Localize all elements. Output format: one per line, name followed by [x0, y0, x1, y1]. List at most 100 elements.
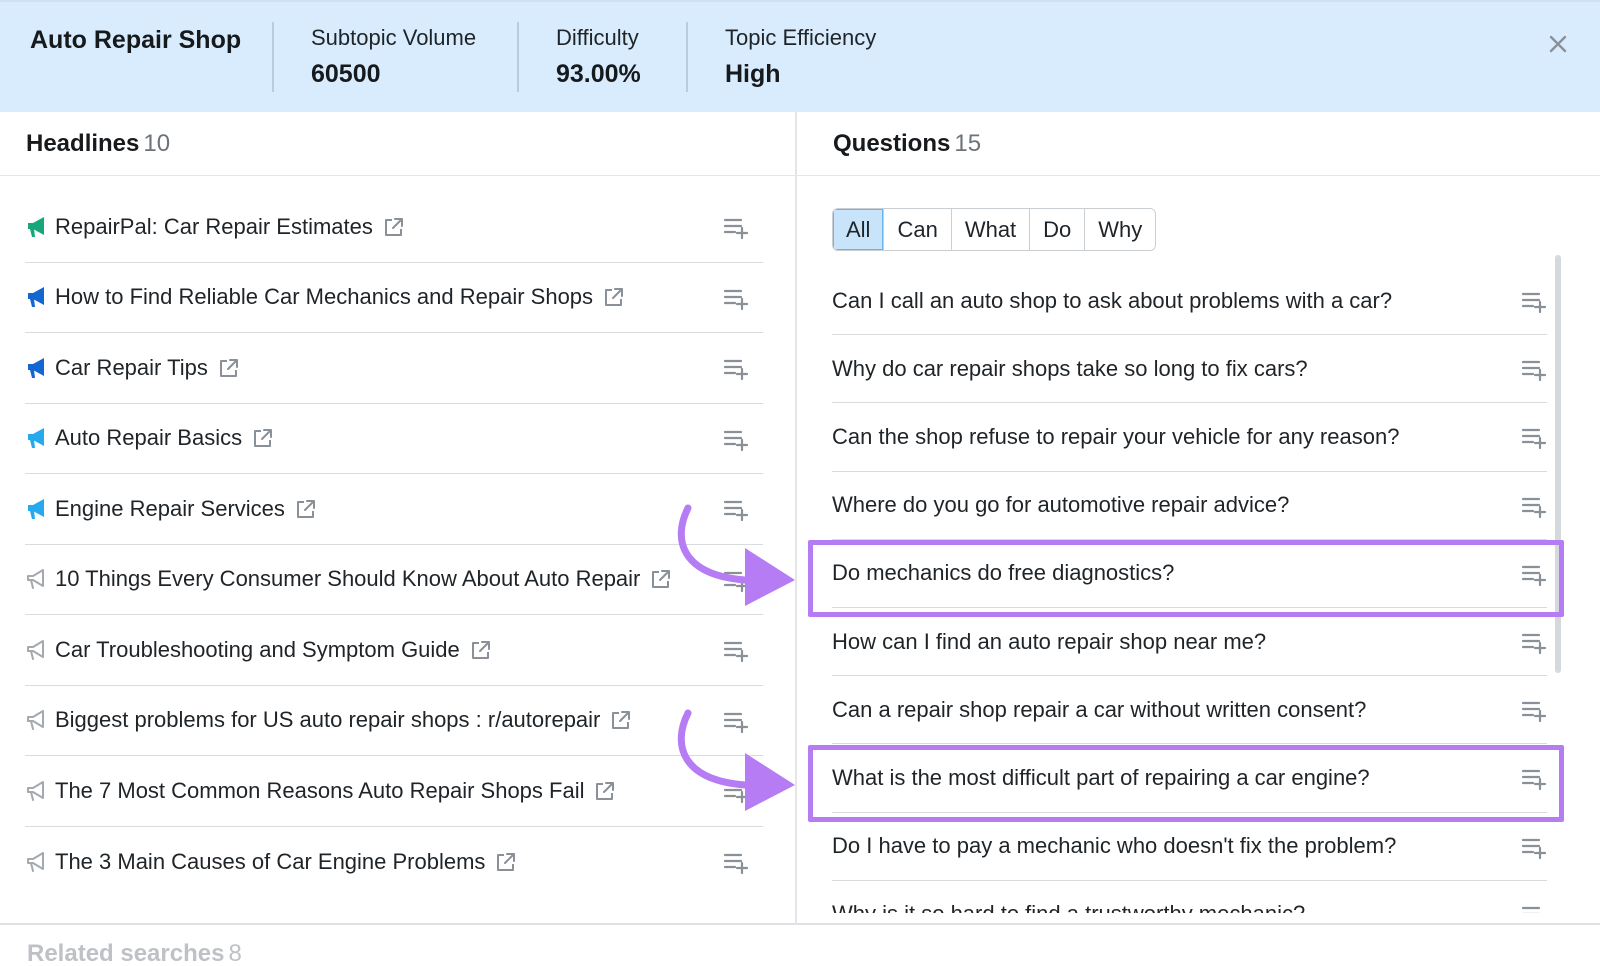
question-item: What is the most difficult part of repai…	[832, 744, 1547, 813]
add-to-list-icon[interactable]	[723, 496, 749, 522]
headline-text[interactable]: The 7 Most Common Reasons Auto Repair Sh…	[55, 778, 584, 804]
megaphone-icon	[27, 851, 44, 872]
divider	[0, 175, 795, 176]
headline-text[interactable]: RepairPal: Car Repair Estimates	[55, 214, 373, 240]
external-link-icon[interactable]	[495, 851, 517, 873]
headline-item: Car Troubleshooting and Symptom Guide	[25, 615, 763, 686]
external-link-icon[interactable]	[470, 639, 492, 661]
question-text: How can I find an auto repair shop near …	[832, 628, 1267, 654]
megaphone-icon	[27, 710, 44, 731]
megaphone-icon	[27, 569, 44, 590]
divider	[272, 22, 274, 92]
add-to-list-icon[interactable]	[1521, 697, 1547, 723]
megaphone-icon	[27, 639, 44, 660]
related-count: 8	[228, 940, 242, 966]
external-link-icon[interactable]	[218, 357, 240, 379]
headline-item: Car Repair Tips	[25, 333, 763, 404]
megaphone-icon	[28, 216, 44, 237]
column-divider	[795, 112, 797, 924]
external-link-icon[interactable]	[603, 286, 625, 308]
topic-header: Auto Repair Shop Subtopic Volume 60500 D…	[0, 0, 1600, 112]
filter-what[interactable]: What	[950, 209, 1030, 250]
add-to-list-icon[interactable]	[1521, 834, 1547, 860]
megaphone-icon	[28, 498, 44, 519]
headline-text[interactable]: 10 Things Every Consumer Should Know Abo…	[55, 566, 640, 592]
headline-item: 10 Things Every Consumer Should Know Abo…	[25, 545, 763, 615]
add-to-list-icon[interactable]	[723, 708, 749, 734]
add-to-list-icon[interactable]	[1521, 288, 1547, 314]
question-text: What is the most difficult part of repai…	[832, 764, 1370, 790]
add-to-list-icon[interactable]	[723, 849, 749, 875]
headline-item: How to Find Reliable Car Mechanics and R…	[25, 263, 763, 333]
question-item: Can the shop refuse to repair your vehic…	[832, 403, 1547, 472]
add-to-list-icon[interactable]	[723, 426, 749, 452]
add-to-list-icon[interactable]	[723, 567, 749, 593]
question-text: Do mechanics do free diagnostics?	[832, 560, 1175, 586]
add-to-list-icon[interactable]	[723, 355, 749, 381]
metric-label: Subtopic Volume	[311, 25, 477, 50]
add-to-list-icon[interactable]	[1521, 356, 1547, 382]
questions-scrollbar[interactable]	[1555, 255, 1561, 673]
divider	[797, 175, 1600, 176]
question-item: Why is it so hard to find a trustworthy …	[832, 881, 1547, 913]
question-text: Can the shop refuse to repair your vehic…	[832, 423, 1400, 449]
add-to-list-icon[interactable]	[723, 285, 749, 311]
add-to-list-icon[interactable]	[1521, 493, 1547, 519]
metric-difficulty: Difficulty 93.00%	[556, 25, 641, 89]
megaphone-icon	[28, 357, 44, 378]
related-searches-heading[interactable]: Related searches 8	[27, 940, 242, 966]
external-link-icon[interactable]	[650, 568, 672, 590]
external-link-icon[interactable]	[295, 498, 317, 520]
add-to-list-icon[interactable]	[1521, 765, 1547, 791]
headline-item: The 7 Most Common Reasons Auto Repair Sh…	[25, 756, 763, 827]
questions-list: Can I call an auto shop to ask about pro…	[832, 267, 1547, 913]
megaphone-icon	[28, 428, 44, 449]
headline-text[interactable]: Car Repair Tips	[55, 355, 208, 381]
question-text: Why do car repair shops take so long to …	[832, 355, 1308, 381]
headline-text[interactable]: How to Find Reliable Car Mechanics and R…	[55, 284, 593, 310]
headline-item: RepairPal: Car Repair Estimates	[25, 192, 763, 263]
headline-text[interactable]: Engine Repair Services	[55, 496, 285, 522]
filter-why[interactable]: Why	[1084, 209, 1156, 250]
add-to-list-icon[interactable]	[723, 214, 749, 240]
question-item: Do mechanics do free diagnostics?	[832, 540, 1547, 608]
external-link-icon[interactable]	[252, 427, 274, 449]
question-text: Where do you go for automotive repair ad…	[832, 492, 1290, 518]
external-link-icon[interactable]	[383, 216, 405, 238]
question-text: Can I call an auto shop to ask about pro…	[832, 287, 1393, 313]
divider	[517, 22, 519, 92]
external-link-icon[interactable]	[594, 780, 616, 802]
filter-all[interactable]: All	[833, 209, 884, 250]
add-to-list-icon[interactable]	[723, 637, 749, 663]
close-button[interactable]	[1543, 29, 1573, 59]
questions-title: Questions	[833, 130, 951, 157]
add-to-list-icon[interactable]	[1521, 629, 1547, 655]
headlines-title: Headlines	[26, 130, 140, 157]
metric-topic-efficiency: Topic Efficiency High	[725, 25, 876, 89]
headline-text[interactable]: Car Troubleshooting and Symptom Guide	[55, 637, 460, 663]
headlines-count: 10	[143, 130, 171, 157]
headline-text[interactable]: The 3 Main Causes of Car Engine Problems	[55, 849, 485, 875]
questions-count: 15	[954, 130, 982, 157]
question-item: Do I have to pay a mechanic who doesn't …	[832, 813, 1547, 881]
add-to-list-icon[interactable]	[1521, 902, 1547, 913]
question-filter-group: All Can What Do Why	[832, 208, 1157, 251]
filter-do[interactable]: Do	[1029, 209, 1085, 250]
headlines-list: RepairPal: Car Repair Estimates How to Fi…	[25, 192, 763, 897]
topic-card: Auto Repair Shop Subtopic Volume 60500 D…	[0, 0, 1600, 966]
question-text: Why is it so hard to find a trustworthy …	[832, 901, 1305, 913]
topic-title: Auto Repair Shop	[30, 26, 242, 54]
add-to-list-icon[interactable]	[723, 778, 749, 804]
add-to-list-icon[interactable]	[1521, 561, 1547, 587]
add-to-list-icon[interactable]	[1521, 424, 1547, 450]
divider	[686, 22, 688, 92]
external-link-icon[interactable]	[610, 709, 632, 731]
megaphone-icon	[28, 287, 44, 308]
headline-text[interactable]: Biggest problems for US auto repair shop…	[55, 707, 600, 733]
question-text: Do I have to pay a mechanic who doesn't …	[832, 833, 1397, 859]
related-title: Related searches	[27, 940, 225, 966]
filter-can[interactable]: Can	[883, 209, 951, 250]
headline-text[interactable]: Auto Repair Basics	[55, 425, 242, 451]
question-item: Where do you go for automotive repair ad…	[832, 472, 1547, 540]
metric-label: Topic Efficiency	[725, 25, 877, 50]
